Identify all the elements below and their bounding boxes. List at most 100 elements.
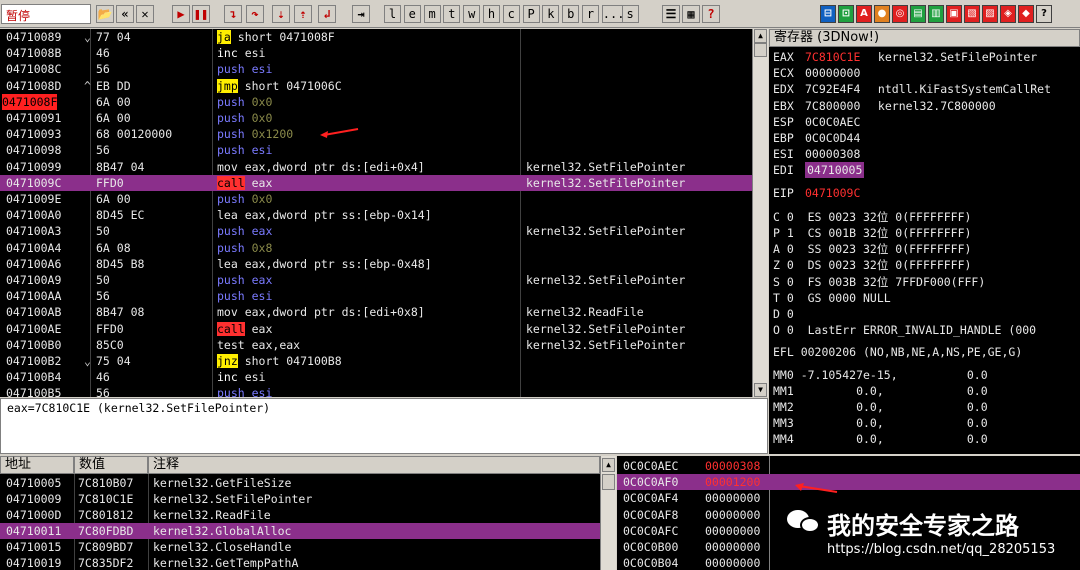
disasm-row[interactable]: 047100B0 85C0 test eax,eax kernel32.SetFile…: [0, 337, 752, 353]
mm-row[interactable]: MM4 0.0, 0.0: [769, 431, 1080, 447]
trace-into-button[interactable]: ⇣: [272, 5, 290, 23]
efl-row[interactable]: EFL 00200206 (NO,NB,NE,A,NS,PE,GE,G): [769, 344, 1080, 360]
plugin-icon-7[interactable]: ▥: [928, 5, 944, 23]
window-button-0[interactable]: l: [384, 5, 401, 23]
mm-row[interactable]: MM2 0.0, 0.0: [769, 399, 1080, 415]
dump-row[interactable]: 04710005 7C810B07 kernel32.GetFileSize: [0, 475, 600, 491]
window-button-3[interactable]: t: [443, 5, 461, 23]
help-button[interactable]: ?: [702, 5, 720, 23]
dump-column-header[interactable]: 数值: [74, 456, 148, 474]
plugin-icon-6[interactable]: ▤: [910, 5, 926, 23]
dump-pane[interactable]: 地址 数值 注释 04710005 7C810B07 kernel32.GetFileS…: [0, 456, 600, 570]
disasm-row[interactable]: 0471008B 46 inc esi: [0, 45, 752, 61]
flag-row[interactable]: O 0 LastErr ERROR_INVALID_HANDLE (000: [769, 322, 1080, 338]
step-into-button[interactable]: ↴: [224, 5, 242, 23]
restart-button[interactable]: «: [116, 5, 134, 23]
register-row[interactable]: EAX 7C810C1E kernel32.SetFilePointer: [769, 49, 1080, 65]
disasm-row[interactable]: 047100A0 8D45 EC lea eax,dword ptr ss:[ebp…: [0, 207, 752, 223]
disassembly-pane[interactable]: 04710089 ⌄ 77 04 ja short 0471008F 0471008B 4…: [0, 29, 752, 397]
plugin-icon-11[interactable]: ◈: [1000, 5, 1016, 23]
plugin-icon-9[interactable]: ▧: [964, 5, 980, 23]
dump-scrollbar[interactable]: ▲: [600, 456, 616, 570]
register-row[interactable]: ESP 0C0C0AEC: [769, 114, 1080, 130]
disasm-row[interactable]: 047100A4 6A 08 push 0x8: [0, 240, 752, 256]
window-button-2[interactable]: m: [423, 5, 441, 23]
disasm-row[interactable]: 047100A3 50 push eax kernel32.SetFilePointe…: [0, 223, 752, 239]
step-over-button[interactable]: ↷: [246, 5, 264, 23]
dump-row[interactable]: 04710011 7C80FDBD kernel32.GlobalAlloc: [0, 523, 600, 540]
disasm-row[interactable]: 04710093 68 00120000 push 0x1200: [0, 126, 752, 142]
register-row[interactable]: ESI 00000308: [769, 146, 1080, 162]
flag-row[interactable]: Z 0 DS 0023 32位 0(FFFFFFFF): [769, 257, 1080, 273]
trace-over-button[interactable]: ⇡: [294, 5, 312, 23]
disasm-row[interactable]: 04710098 56 push esi: [0, 142, 752, 158]
window-button-4[interactable]: w: [463, 5, 481, 23]
mm-row[interactable]: MM1 0.0, 0.0: [769, 383, 1080, 399]
disasm-row[interactable]: 047100AB 8B47 08 mov eax,dword ptr ds:[edi…: [0, 304, 752, 320]
dump-column-header[interactable]: 注释: [148, 456, 600, 474]
window-button-7[interactable]: P: [522, 5, 540, 23]
plugin-icon-3[interactable]: A: [856, 5, 872, 23]
stack-row[interactable]: 0C0C0AF4 00000000: [617, 490, 1080, 506]
dump-row[interactable]: 04710009 7C810C1E kernel32.SetFilePointer: [0, 491, 600, 507]
register-row[interactable]: EDX 7C92E4F4 ntdll.KiFastSystemCallRet: [769, 81, 1080, 97]
plugin-icon-13[interactable]: ?: [1036, 5, 1052, 23]
dump-row[interactable]: 0471000D 7C801812 kernel32.ReadFile: [0, 507, 600, 523]
window-button-11[interactable]: ...: [601, 5, 624, 23]
disasm-row[interactable]: 047100B2 ⌄ 75 04 jnz short 047100B8: [0, 353, 752, 369]
registers-pane[interactable]: 寄存器 (3DNow!) EAX 7C810C1E kernel32.SetFil…: [769, 29, 1080, 454]
dump-column-header[interactable]: 地址: [0, 456, 74, 474]
disasm-row[interactable]: 0471008F 6A 00 push 0x0: [0, 93, 752, 110]
register-row[interactable]: EBP 0C0C0D44: [769, 130, 1080, 146]
plugin-icon-8[interactable]: ▣: [946, 5, 962, 23]
disasm-row[interactable]: 047100AE FFD0 call eax kernel32.SetFilePoin…: [0, 321, 752, 337]
mm-row[interactable]: MM0 -7.105427e-15, 0.0: [769, 367, 1080, 383]
plugin-icon-12[interactable]: ◆: [1018, 5, 1034, 23]
stack-pane[interactable]: 0C0C0AEC 00000308 0C0C0AF0 00001200 0C0C0AF4…: [617, 456, 1080, 570]
plugin-icon-5[interactable]: ◎: [892, 5, 908, 23]
plugin-icon-4[interactable]: ●: [874, 5, 890, 23]
window-button-12[interactable]: s: [621, 5, 639, 23]
register-row[interactable]: ECX 00000000: [769, 65, 1080, 81]
disasm-row[interactable]: 04710099 8B47 04 mov eax,dword ptr ds:[edi…: [0, 159, 752, 175]
disasm-row[interactable]: 047100A9 50 push eax kernel32.SetFilePointe…: [0, 272, 752, 288]
dump-row[interactable]: 04710019 7C835DF2 kernel32.GetTempPathA: [0, 555, 600, 570]
window-button-5[interactable]: h: [483, 5, 500, 23]
disasm-row[interactable]: 047100A6 8D45 B8 lea eax,dword ptr ss:[ebp…: [0, 256, 752, 272]
disassembly-scrollbar[interactable]: ▲ ▼: [752, 29, 768, 397]
register-row[interactable]: EDI 04710005: [769, 162, 1080, 179]
eip-row[interactable]: EIP 0471009C: [769, 185, 1080, 201]
plugin-icon-2[interactable]: ⊡: [838, 5, 854, 23]
window-button-6[interactable]: c: [502, 5, 520, 23]
disasm-row[interactable]: 0471008C 56 push esi: [0, 61, 752, 77]
disasm-row[interactable]: 0471009C FFD0 call eax kernel32.SetFilePoin…: [0, 174, 752, 191]
disasm-row[interactable]: 047100AA 56 push esi: [0, 288, 752, 304]
list-view-button[interactable]: ☰: [662, 5, 680, 23]
flag-row[interactable]: T 0 GS 0000 NULL: [769, 290, 1080, 306]
flag-row[interactable]: P 1 CS 001B 32位 0(FFFFFFFF): [769, 225, 1080, 241]
grid-view-button[interactable]: ▦: [682, 5, 700, 23]
disasm-row[interactable]: 0471009E 6A 00 push 0x0: [0, 191, 752, 207]
run-button[interactable]: ▶: [172, 5, 190, 23]
register-row[interactable]: EBX 7C800000 kernel32.7C800000: [769, 98, 1080, 114]
disasm-row[interactable]: 04710089 ⌄ 77 04 ja short 0471008F: [0, 29, 752, 45]
disasm-row[interactable]: 0471008D ^ EB DD jmp short 0471006C: [0, 78, 752, 94]
disasm-row[interactable]: 047100B4 46 inc esi: [0, 369, 752, 385]
stack-row[interactable]: 0C0C0AEC 00000308: [617, 458, 1080, 474]
open-button[interactable]: 📂: [96, 5, 114, 23]
disasm-row[interactable]: 04710091 6A 00 push 0x0: [0, 110, 752, 126]
window-button-1[interactable]: e: [403, 5, 421, 23]
plugin-icon-1[interactable]: ⊟: [820, 5, 836, 23]
pause-button[interactable]: ❚❚: [192, 5, 210, 23]
execute-till-return-button[interactable]: ↲: [318, 5, 336, 23]
go-to-button[interactable]: ⇥: [352, 5, 370, 23]
disasm-row[interactable]: 047100B5 56 push esi: [0, 385, 752, 397]
close-button[interactable]: ✕: [136, 5, 154, 23]
flag-row[interactable]: C 0 ES 0023 32位 0(FFFFFFFF): [769, 209, 1080, 225]
window-button-8[interactable]: k: [542, 5, 560, 23]
flag-row[interactable]: A 0 SS 0023 32位 0(FFFFFFFF): [769, 241, 1080, 257]
stack-row[interactable]: 0C0C0AF0 00001200: [617, 474, 1080, 491]
flag-row[interactable]: D 0: [769, 306, 1080, 322]
plugin-icon-10[interactable]: ▨: [982, 5, 998, 23]
window-button-9[interactable]: b: [562, 5, 580, 23]
